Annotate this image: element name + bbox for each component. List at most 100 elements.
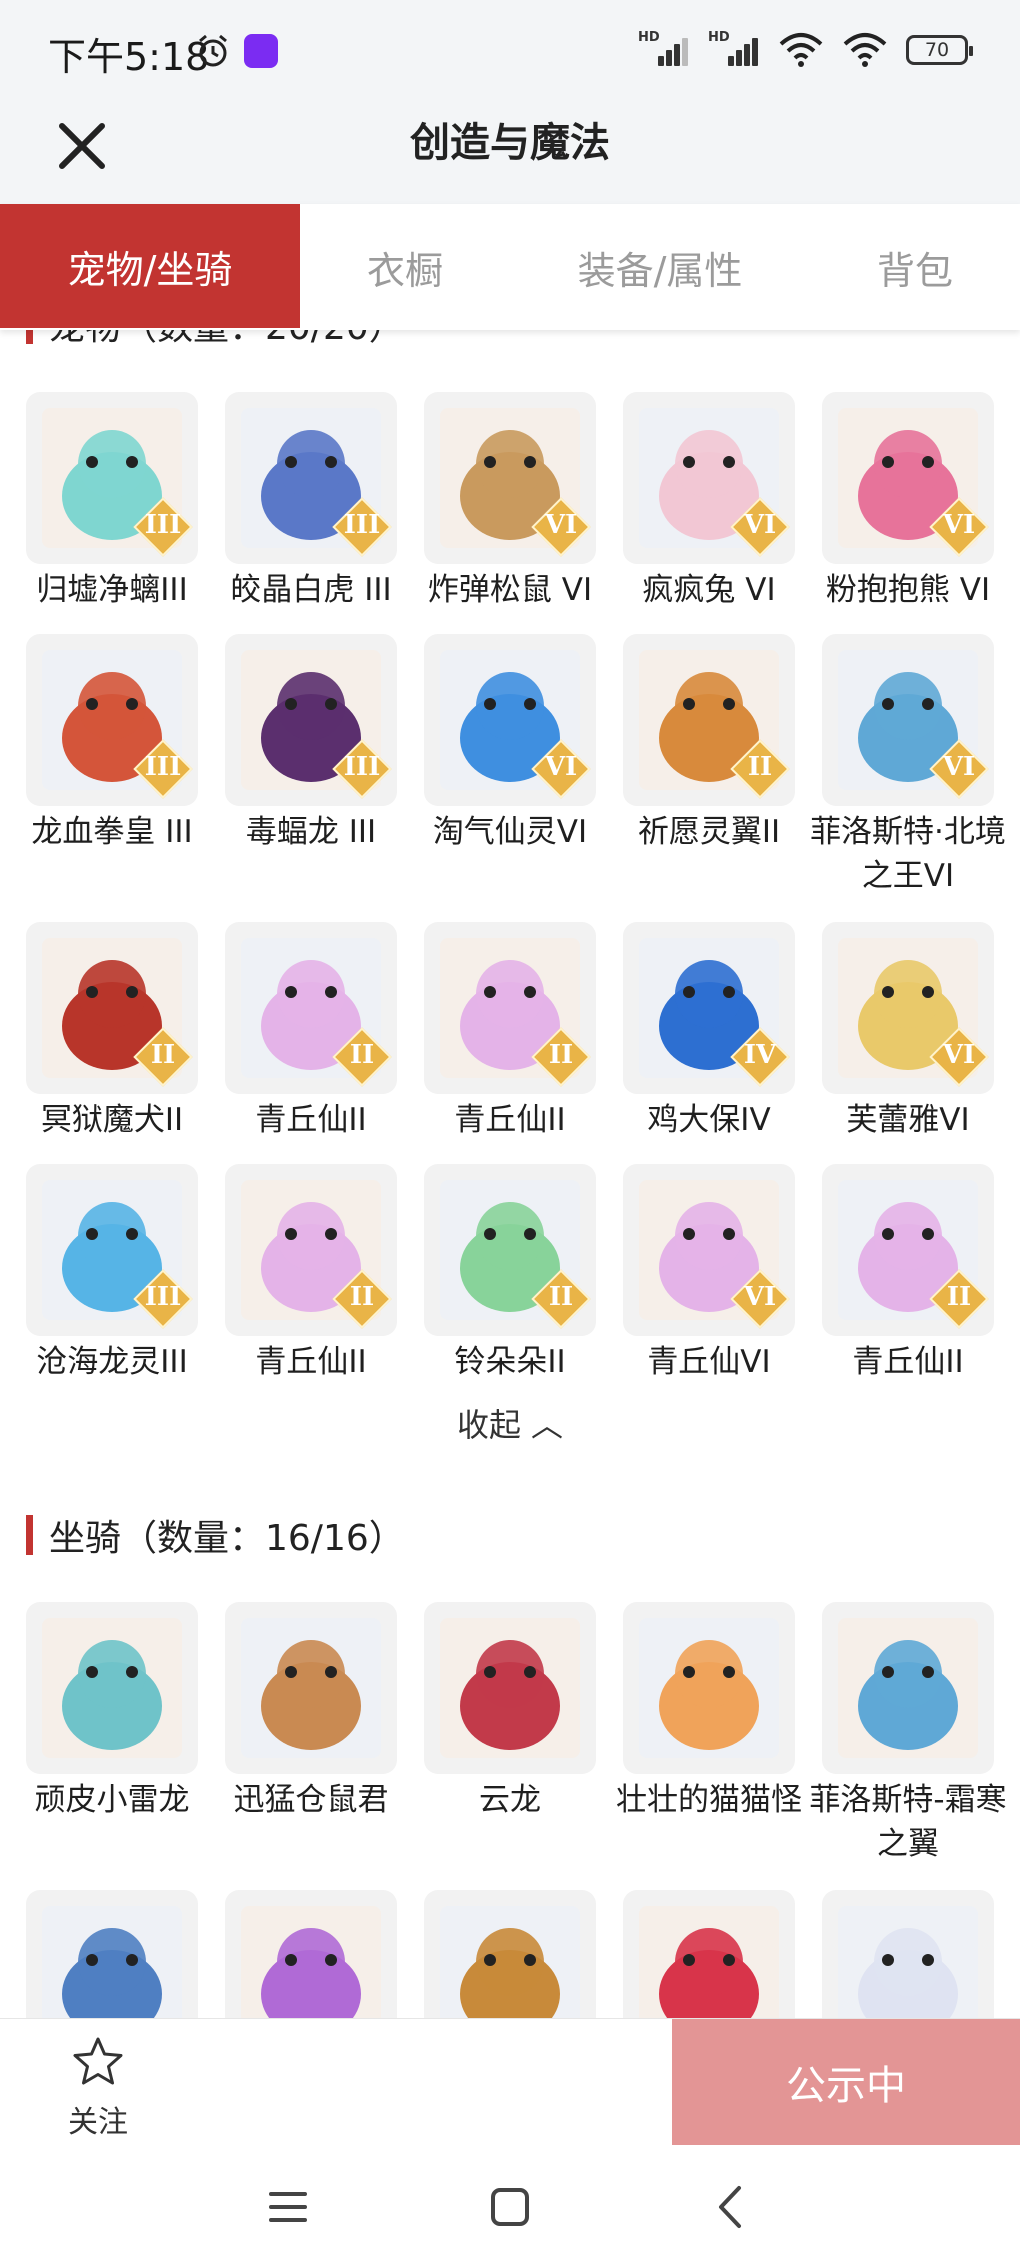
item-name: 炸弹松鼠 VI — [427, 572, 593, 608]
tier-badge-icon: VI — [730, 1269, 790, 1329]
pet-card[interactable]: II 祈愿灵翼II — [623, 634, 795, 854]
star-icon — [73, 2037, 123, 2085]
section-marker — [26, 330, 33, 344]
pet-card[interactable]: VI 青丘仙VI — [623, 1164, 795, 1384]
item-name: 菲洛斯特·北境之王VI — [810, 814, 1006, 894]
thumbnail: II — [26, 922, 198, 1094]
thumbnail — [623, 1602, 795, 1774]
pet-card[interactable]: II 青丘仙II — [225, 1164, 397, 1384]
thumbnail — [822, 1890, 994, 2018]
thumbnail: III — [225, 634, 397, 806]
pet-card[interactable]: III 归墟净螭III — [26, 392, 198, 612]
pets-section-header: 宠物（数量：20/20） — [26, 330, 405, 348]
thumbnail: III — [225, 392, 397, 564]
thumbnail: VI — [424, 392, 596, 564]
pet-card[interactable]: II 冥狱魔犬II — [26, 922, 198, 1142]
content-area[interactable]: 宠物（数量：20/20） III 归墟净螭III III 皎晶白虎 III VI 炸弹松鼠… — [0, 330, 1020, 2018]
item-name: 迅猛仓鼠君 — [233, 1782, 389, 1818]
tier-badge-icon: VI — [929, 739, 989, 799]
status-button[interactable]: 公示中 — [672, 2019, 1020, 2145]
pet-card[interactable]: III 沧海龙灵III — [26, 1164, 198, 1384]
item-name: 毒蝠龙 III — [245, 814, 377, 850]
mounts-section-title: 坐骑（数量：16/16） — [49, 1518, 405, 1559]
system-navigation-bar — [0, 2146, 1020, 2267]
tier-badge-icon: VI — [531, 497, 591, 557]
thumbnail: VI — [822, 922, 994, 1094]
tier-badge-icon: III — [133, 739, 193, 799]
thumbnail — [424, 1602, 596, 1774]
status-time: 下午5:18 — [48, 35, 210, 79]
mount-card[interactable]: 顽皮小雷龙 — [26, 1602, 198, 1822]
item-name: 冥狱魔犬II — [40, 1102, 184, 1138]
creature-portrait — [241, 1906, 381, 2018]
home-icon[interactable] — [485, 2182, 535, 2232]
pet-card[interactable]: III 龙血拳皇 III — [26, 634, 198, 854]
collapse-button[interactable]: 收起 ︿ — [0, 1400, 1020, 1446]
pet-card[interactable]: VI 淘气仙灵VI — [424, 634, 596, 854]
item-name: 沧海龙灵III — [36, 1344, 188, 1380]
tier-badge-icon: VI — [730, 497, 790, 557]
thumbnail — [225, 1890, 397, 2018]
wifi-icon — [779, 33, 823, 67]
thumbnail: II — [424, 1164, 596, 1336]
pet-card[interactable]: II 青丘仙II — [225, 922, 397, 1142]
thumbnail — [26, 1602, 198, 1774]
menu-icon[interactable] — [263, 2182, 313, 2232]
pet-card[interactable]: II 铃朵朵II — [424, 1164, 596, 1384]
pet-card[interactable]: II 青丘仙II — [424, 922, 596, 1142]
mount-card[interactable] — [26, 1890, 198, 2018]
tier-badge-icon: III — [133, 1269, 193, 1329]
pet-card[interactable]: VI 芙蕾雅VI — [822, 922, 994, 1142]
mount-card[interactable] — [424, 1890, 596, 2018]
tab-wardrobe[interactable]: 衣橱 — [300, 204, 510, 330]
mount-card[interactable]: 迅猛仓鼠君 — [225, 1602, 397, 1822]
tab-backpack[interactable]: 背包 — [810, 204, 1020, 330]
nav-bar: 创造与魔法 — [0, 100, 1020, 204]
thumbnail: II — [424, 922, 596, 1094]
tier-badge-icon: II — [133, 1027, 193, 1087]
tier-badge-icon: II — [531, 1269, 591, 1329]
thumbnail — [623, 1890, 795, 2018]
thumbnail — [822, 1602, 994, 1774]
chevron-up-icon: ︿ — [531, 1406, 564, 1444]
thumbnail: VI — [623, 1164, 795, 1336]
thumbnail — [225, 1602, 397, 1774]
thumbnail: II — [225, 922, 397, 1094]
pet-card[interactable]: VI 炸弹松鼠 VI — [424, 392, 596, 612]
creature-portrait — [440, 1906, 580, 2018]
thumbnail: VI — [424, 634, 596, 806]
tab-equipment[interactable]: 装备/属性 — [510, 204, 810, 330]
thumbnail: VI — [822, 634, 994, 806]
tier-badge-icon: II — [531, 1027, 591, 1087]
mount-card[interactable]: 云龙 — [424, 1602, 596, 1822]
creature-portrait — [639, 1906, 779, 2018]
mount-card[interactable] — [623, 1890, 795, 2018]
item-name: 龙血拳皇 III — [31, 814, 193, 850]
pet-card[interactable]: III 毒蝠龙 III — [225, 634, 397, 854]
page-title: 创造与魔法 — [410, 120, 610, 166]
pet-card[interactable]: IV 鸡大保IV — [623, 922, 795, 1142]
mount-card[interactable] — [225, 1890, 397, 2018]
back-icon[interactable] — [707, 2182, 757, 2232]
pet-card[interactable]: VI 粉抱抱熊 VI — [822, 392, 994, 612]
creature-portrait — [241, 1618, 381, 1758]
follow-button[interactable]: 关注 — [58, 2035, 138, 2141]
tab-pets-mounts[interactable]: 宠物/坐骑 — [0, 204, 300, 328]
item-name: 云龙 — [479, 1782, 541, 1818]
creature-portrait — [440, 1618, 580, 1758]
collapse-label: 收起 — [456, 1406, 521, 1444]
pet-card[interactable]: III 皎晶白虎 III — [225, 392, 397, 612]
tab-bar: 宠物/坐骑 衣橱 装备/属性 背包 — [0, 204, 1020, 330]
mount-card[interactable]: 菲洛斯特-霜寒之翼 — [809, 1602, 1007, 1866]
item-name: 淘气仙灵VI — [432, 814, 588, 850]
pet-card[interactable]: VI 疯疯兔 VI — [623, 392, 795, 612]
status-bar: 下午5:18 HD HD 70 — [0, 0, 1020, 100]
creature-portrait — [838, 1906, 978, 2018]
mount-card[interactable]: 壮壮的猫猫怪 — [616, 1602, 802, 1822]
wifi-icon — [843, 33, 887, 67]
signal-icon: HD — [638, 30, 690, 70]
tier-badge-icon: VI — [929, 497, 989, 557]
mount-card[interactable] — [822, 1890, 994, 2018]
pet-card[interactable]: VI 菲洛斯特·北境之王VI — [810, 634, 1006, 898]
pet-card[interactable]: II 青丘仙II — [822, 1164, 994, 1384]
